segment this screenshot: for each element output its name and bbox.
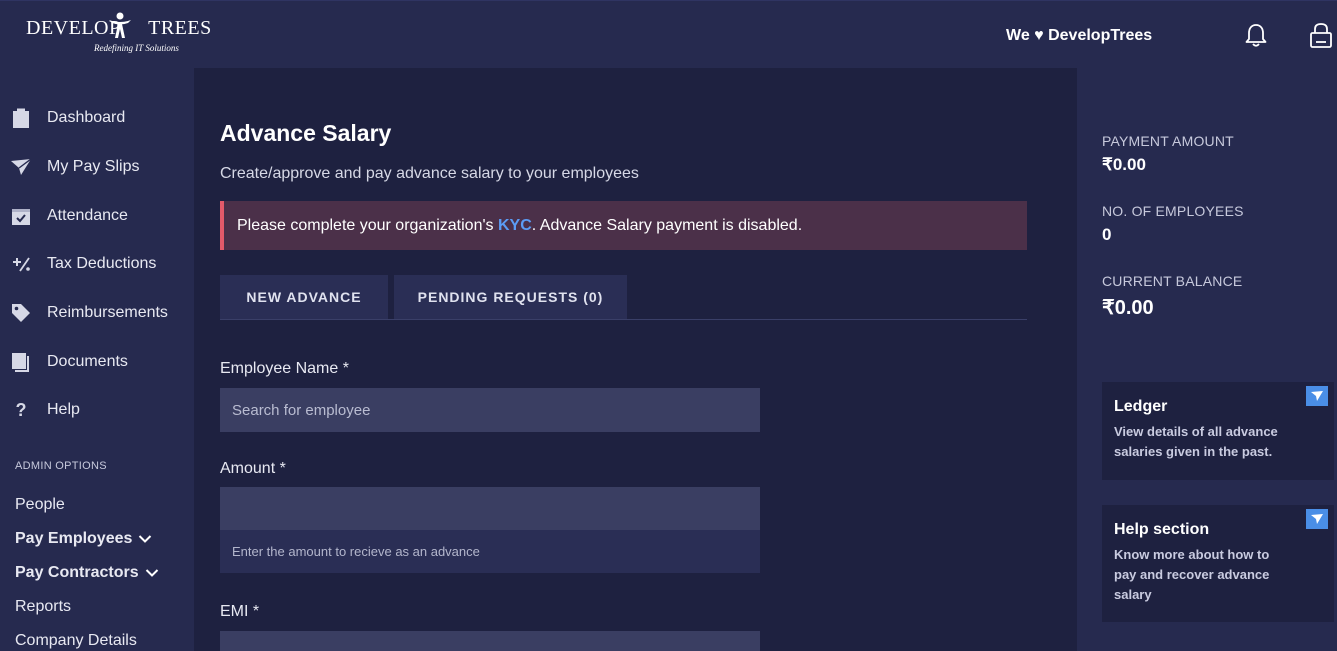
sidebar-item-help[interactable]: ? Help [0,392,194,428]
tag-icon [11,303,31,323]
main-content: Advance Salary Create/approve and pay ad… [194,68,1077,651]
admin-item-pay-contractors[interactable]: Pay Contractors [15,564,159,582]
chevron-down-icon [145,569,158,577]
tab-pending-requests[interactable]: PENDING REQUESTS (0) [394,275,627,319]
calendar-check-icon [11,206,31,226]
tab-label: NEW ADVANCE [246,289,362,305]
company-logo[interactable]: DEVELOP TREES Redefining IT Solutions [26,11,211,59]
documents-icon [11,352,31,372]
help-section-card[interactable]: Help section Know more about how to pay … [1102,505,1334,622]
admin-item-pay-employees[interactable]: Pay Employees [15,530,152,548]
summary-panel: PAYMENT AMOUNT ₹0.00 NO. OF EMPLOYEES 0 … [1077,68,1337,651]
paper-plane-icon [1311,514,1323,524]
admin-item-label: Pay Employees [15,530,133,547]
help-corner-badge [1306,509,1328,529]
help-section-description: Know more about how to pay and recover a… [1114,547,1270,602]
sidebar-item-label: My Pay Slips [47,158,140,175]
sidebar-item-tax-deductions[interactable]: Tax Deductions [0,246,194,282]
help-section-title: Help section [1114,521,1210,538]
amount-input[interactable] [220,487,760,530]
sidebar-item-attendance[interactable]: Attendance [0,198,194,234]
logo-person-icon [109,12,131,38]
sidebar-item-label: Help [47,401,80,418]
emi-label: EMI * [220,603,260,620]
sidebar-item-label: Reimbursements [47,304,168,321]
current-balance-label: CURRENT BALANCE [1102,273,1243,289]
sidebar-item-label: Attendance [47,207,128,224]
sidebar-item-dashboard[interactable]: Dashboard [0,100,194,136]
tab-label: PENDING REQUESTS (0) [417,289,604,305]
ledger-corner-badge [1306,386,1328,406]
paper-plane-icon [1311,391,1323,401]
admin-item-reports[interactable]: Reports [15,598,71,616]
lock-icon[interactable] [1307,21,1335,49]
payment-amount-value: ₹0.00 [1102,155,1146,174]
admin-item-label: Pay Contractors [15,564,139,581]
amount-label: Amount * [220,460,286,477]
employee-count-label: NO. OF EMPLOYEES [1102,203,1244,219]
sidebar: Dashboard My Pay Slips Attendance Tax De… [0,68,194,651]
page-title: Advance Salary [220,120,392,146]
clipboard-icon [11,108,31,128]
tab-new-advance[interactable]: NEW ADVANCE [220,275,388,319]
sidebar-item-label: Documents [47,353,128,370]
sidebar-item-label: Dashboard [47,109,126,126]
employee-search-input[interactable] [220,388,760,432]
sidebar-item-reimbursements[interactable]: Reimbursements [0,295,194,331]
top-bar: DEVELOP TREES Redefining IT Solutions We… [0,0,1337,68]
admin-options-heading: ADMIN OPTIONS [15,460,107,472]
current-balance-value: ₹0.00 [1102,297,1154,319]
admin-item-people[interactable]: People [15,496,65,514]
sidebar-item-my-pay-slips[interactable]: My Pay Slips [0,149,194,185]
kyc-link[interactable]: KYC [498,217,532,235]
kyc-alert: Please complete your organization's KYC.… [220,201,1027,250]
payment-amount-label: PAYMENT AMOUNT [1102,133,1234,149]
admin-item-label: Company Details [15,632,137,649]
admin-item-label: People [15,496,65,513]
ledger-title: Ledger [1114,398,1168,415]
employee-name-label: Employee Name * [220,360,349,377]
admin-item-label: Reports [15,598,72,615]
amount-help-text: Enter the amount to recieve as an advanc… [220,530,760,573]
alert-text-before: Please complete your organization's [237,216,498,234]
brand-love-text: We ♥ DevelopTrees [1006,27,1153,44]
ledger-card[interactable]: Ledger View details of all advance salar… [1102,382,1334,480]
logo-tagline: Redefining IT Solutions [94,43,179,53]
tab-bar: NEW ADVANCE PENDING REQUESTS (0) [220,275,1027,320]
chevron-down-icon [139,535,152,543]
sidebar-item-label: Tax Deductions [47,255,157,272]
question-icon: ? [15,399,27,420]
alert-text-after: . Advance Salary payment is disabled. [531,216,803,234]
sidebar-item-documents[interactable]: Documents [0,344,194,380]
percent-icon [11,254,31,274]
page-subtitle: Create/approve and pay advance salary to… [220,165,639,182]
emi-input[interactable] [220,631,760,651]
admin-item-company-details[interactable]: Company Details [15,632,137,650]
bell-icon[interactable] [1242,21,1270,49]
paper-plane-icon [11,157,31,177]
ledger-description: View details of all advance salaries giv… [1114,424,1278,459]
employee-count-value: 0 [1102,225,1112,244]
